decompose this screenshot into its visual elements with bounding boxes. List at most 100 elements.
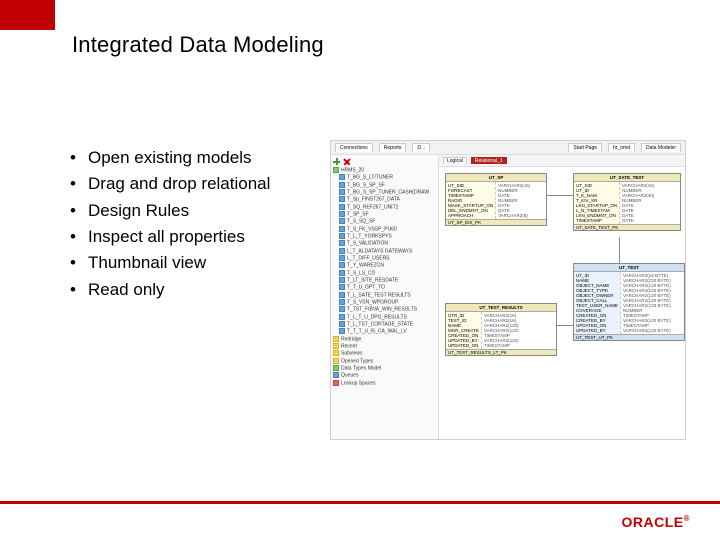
screenshot-topbar: Connections Reports D... Start Page hr_o…: [331, 141, 685, 155]
bullet-text: Drag and drop relational: [88, 171, 270, 197]
entity-columns: UT_IDNAMEOBJECT_NAMEOBJECT_TYPEOBJECT_OW…: [574, 272, 684, 334]
tree-node-label: T_T_U_GPT_TO: [347, 285, 385, 291]
tab-more[interactable]: D...: [412, 143, 430, 152]
tab-logical[interactable]: Logical: [443, 157, 467, 164]
tree-node-label: T_TST_FIBVA_WIN_RESULTS: [347, 307, 417, 313]
tab-start-page[interactable]: Start Page: [568, 143, 602, 152]
relation-line: [619, 237, 620, 263]
tree-node-label: T_S_SQ_SF: [347, 219, 375, 225]
tree-node-label: T_Sp_FINST267_DATA: [347, 197, 400, 203]
col-name: APPROACH: [448, 213, 493, 218]
tree-node[interactable]: T_T_T_U_I5_CA_WAL_LV: [333, 328, 436, 335]
bullet-item: •Design Rules: [70, 198, 270, 224]
bullet-dot: •: [70, 198, 88, 224]
tree-node[interactable]: T_S_FK_VSSP_PU60: [333, 226, 436, 233]
tree-node-label: T_L_SATE_TEST RESULTS: [347, 292, 411, 298]
tree-toolbar: [333, 157, 436, 167]
tree-node-icon: [333, 167, 339, 173]
tree-node[interactable]: T_Sp_FINST267_DATA: [333, 196, 436, 203]
tree-node[interactable]: L_T_ALDATAYS GATEWAYS: [333, 248, 436, 255]
entity-ut-sp[interactable]: UT_SP UT_SIDFORECASTTIMESTAMPRADIOMASK_S…: [445, 173, 547, 226]
tree-node[interactable]: T_TST_FIBVA_WIN_RESULTS: [333, 306, 436, 313]
brand-block: [0, 0, 55, 30]
tab-relational[interactable]: Relational_1: [471, 157, 507, 164]
tree-node[interactable]: T_BG_S_LT/TUNER: [333, 174, 436, 181]
tree-node[interactable]: L_T_DIFF_USERS: [333, 255, 436, 262]
tree-node[interactable]: T_T_U_GPT_TO: [333, 284, 436, 291]
tree-node-label: Recent: [341, 343, 357, 349]
bullet-list: •Open existing models •Drag and drop rel…: [70, 145, 270, 303]
tree-node[interactable]: T_L_TST_CORTAGE_STATE: [333, 321, 436, 328]
tree-node-icon: [339, 270, 345, 276]
tab-connections[interactable]: Connections: [335, 143, 373, 152]
entity-header: UT_TEST_RESULTS: [446, 304, 556, 312]
col-type: TIMESTAMP: [484, 343, 519, 348]
tree-node-icon: [339, 211, 345, 217]
entity-footer: UT_TEST_RESULTS_LT_PK: [446, 349, 556, 355]
tree-node-icon: [339, 226, 345, 232]
entity-footer: UT_SP_IDX_PK: [446, 219, 546, 225]
diagram-canvas: Logical Relational_1 UT_SP UT_SIDFORECAS…: [439, 155, 685, 439]
tree-node[interactable]: Subviews: [333, 350, 436, 357]
relation-line: [547, 195, 573, 196]
tree-node-icon: [339, 292, 345, 298]
entity-ut-test[interactable]: UT_TEST UT_IDNAMEOBJECT_NAMEOBJECT_TYPEO…: [573, 263, 685, 341]
tab-data-modeler[interactable]: Data Modeler: [641, 143, 681, 152]
tab-hr-omd[interactable]: hr_omd: [608, 143, 635, 152]
entity-header: UT_SATE_TEST: [574, 174, 680, 182]
tree-node-label: HRMS_20: [341, 167, 364, 173]
tree-node-icon: [339, 174, 345, 180]
tree-node[interactable]: T_S_SQ_SF: [333, 218, 436, 225]
tree-node[interactable]: Data Types Model: [333, 365, 436, 372]
tab-reports[interactable]: Reports: [379, 143, 407, 152]
bullet-dot: •: [70, 145, 88, 171]
tree-node-icon: [339, 255, 345, 261]
tree-node[interactable]: T_SP_SF: [333, 211, 436, 218]
tree-node[interactable]: T_SQ_REF267_UNIT2: [333, 204, 436, 211]
bullet-text: Open existing models: [88, 145, 251, 171]
tree-node[interactable]: Queues: [333, 372, 436, 379]
tree-node[interactable]: Opened Types: [333, 358, 436, 365]
entity-header: UT_SP: [446, 174, 546, 182]
bullet-item: •Inspect all properties: [70, 224, 270, 250]
tree-node-icon: [339, 182, 345, 188]
tree-node[interactable]: T_LT_SITE_RESDATE: [333, 277, 436, 284]
tree-node-icon: [339, 233, 345, 239]
tree-node-label: T_L_T_U_DPG_RESULTS: [347, 314, 407, 320]
tree-node[interactable]: HRMS_20: [333, 167, 436, 174]
bullet-dot: •: [70, 277, 88, 303]
col-name: UPDATED_ON: [448, 343, 479, 348]
entity-footer: UT_SATE_TEST_PK: [574, 224, 680, 230]
tree-node[interactable]: T_Y_WAREZCN: [333, 262, 436, 269]
tree-node[interactable]: Recent: [333, 343, 436, 350]
entity-col-names: UT_SIDFORECASTTIMESTAMPRADIOMASK_STARTUP…: [446, 182, 496, 219]
tree-node[interactable]: T_L_T_U_DPG_RESULTS: [333, 314, 436, 321]
entity-col-names: UTR_IDTEST_IDNAMEMGR_CREATECREATED_ONUPD…: [446, 312, 482, 349]
tree-node[interactable]: Lookup Spaces: [333, 380, 436, 387]
tree-node-label: T_T_T_U_I5_CA_WAL_LV: [347, 329, 407, 335]
tree-node[interactable]: T_S_LS_CD: [333, 270, 436, 277]
tree-node[interactable]: T_L_T_YORKSPYS: [333, 233, 436, 240]
entity-ut-sate-test[interactable]: UT_SATE_TEST UT_SIDUT_IDT_K_NAMT_KIV_SRL…: [573, 173, 681, 231]
add-icon[interactable]: [333, 158, 340, 165]
delete-icon[interactable]: [343, 158, 350, 165]
tree-node[interactable]: T_S_VALIDATION: [333, 240, 436, 247]
entity-ut-test-results[interactable]: UT_TEST_RESULTS UTR_IDTEST_IDNAMEMGR_CRE…: [445, 303, 557, 356]
tree-node-label: Redridge: [341, 336, 361, 342]
tree-node-icon: [339, 189, 345, 195]
tree-node[interactable]: T_S_VSN_WPGROUP: [333, 299, 436, 306]
tree-node[interactable]: T_BG_S_SP_TUNER_CASH(DRAW: [333, 189, 436, 196]
tree-node-icon: [339, 196, 345, 202]
entity-col-types: VARCHAR2(16)NUMBERDATENUMBERDATEDATEVARC…: [496, 182, 532, 219]
tree-node[interactable]: T_BG_S_SP_SF: [333, 182, 436, 189]
tree-node-icon: [339, 277, 345, 283]
tree-node-label: L_T_DIFF_USERS: [347, 255, 390, 261]
tree-node-icon: [339, 248, 345, 254]
tree-node[interactable]: Redridge: [333, 336, 436, 343]
tree-node-icon: [333, 372, 339, 378]
tree-node-label: T_S_VSN_WPGROUP: [347, 299, 398, 305]
col-type: DATE: [622, 218, 654, 223]
tree-node-label: Lookup Spaces: [341, 380, 375, 386]
tree-node-icon: [339, 204, 345, 210]
tree-node[interactable]: T_L_SATE_TEST RESULTS: [333, 292, 436, 299]
